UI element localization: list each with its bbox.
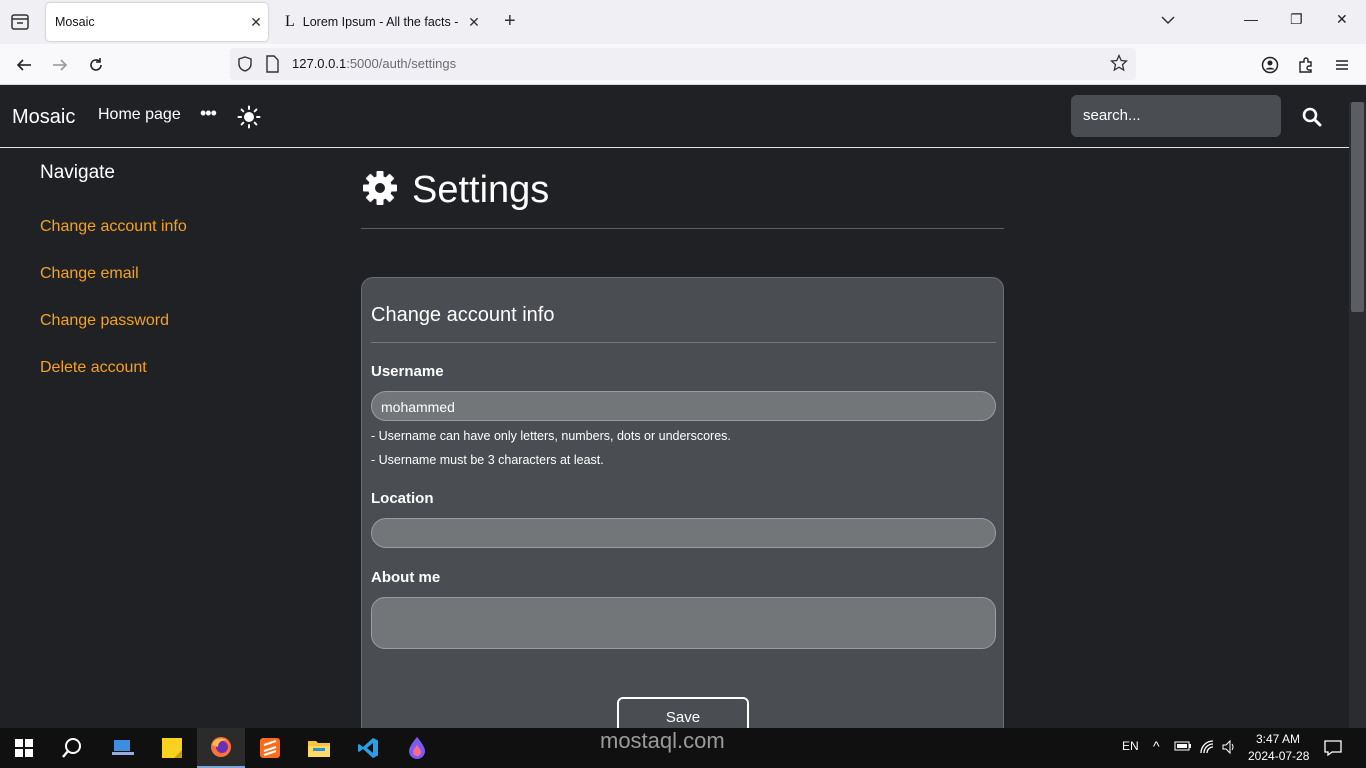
menu-icon[interactable] xyxy=(1331,54,1353,76)
back-arrow-icon[interactable] xyxy=(13,54,35,76)
forward-arrow-icon[interactable] xyxy=(49,54,71,76)
gear-icon xyxy=(362,170,398,211)
restore-button[interactable]: ❐ xyxy=(1290,11,1303,28)
sticky-notes-icon[interactable] xyxy=(148,728,196,768)
volume-icon[interactable] xyxy=(1221,739,1237,758)
clock-time[interactable]: 3:47 AM xyxy=(1253,732,1303,746)
lorem-favicon-icon: L xyxy=(285,13,295,30)
wifi-icon[interactable] xyxy=(1199,739,1215,758)
url-text: 127.0.0.1:5000/auth/settings xyxy=(292,56,456,71)
minimize-button[interactable]: — xyxy=(1244,11,1258,27)
page-content: Mosaic Home page ••• search... Navigate … xyxy=(0,85,1349,728)
sublime-text-icon[interactable] xyxy=(246,728,294,768)
tab-title: Lorem Ipsum - All the facts - Lip xyxy=(302,15,462,29)
paint-app-icon[interactable] xyxy=(393,728,441,768)
close-tab-icon[interactable]: ✕ xyxy=(244,14,268,31)
shield-icon[interactable] xyxy=(236,55,254,78)
username-hint-1: - Username can have only letters, number… xyxy=(371,429,731,443)
location-field[interactable] xyxy=(371,518,996,548)
page-icon[interactable] xyxy=(264,55,280,78)
search-input[interactable]: search... xyxy=(1071,95,1281,137)
account-icon[interactable] xyxy=(1259,54,1281,76)
clock-date[interactable]: 2024-07-28 xyxy=(1248,749,1309,763)
location-label: Location xyxy=(371,490,434,507)
brand-logo[interactable]: Mosaic xyxy=(12,106,75,129)
sidebar-title: Navigate xyxy=(40,162,115,183)
about-me-label: About me xyxy=(371,569,441,586)
card-title: Change account info xyxy=(371,304,555,326)
new-tab-button[interactable]: + xyxy=(504,10,516,33)
sidebar-item-change-password[interactable]: Change password xyxy=(40,312,169,330)
page-scrollbar[interactable] xyxy=(1349,102,1366,728)
close-tab-icon[interactable]: ✕ xyxy=(462,14,486,31)
account-info-form: Change account info Username mohammed - … xyxy=(361,277,1004,728)
url-host: 127.0.0.1 xyxy=(292,56,347,71)
browser-toolbar: 127.0.0.1:5000/auth/settings xyxy=(0,44,1366,85)
windows-start-icon[interactable] xyxy=(0,728,48,768)
theme-toggle-sun-icon[interactable] xyxy=(237,105,261,134)
bookmark-star-icon[interactable] xyxy=(1109,53,1129,77)
reload-icon[interactable] xyxy=(85,54,107,76)
notifications-icon[interactable] xyxy=(1324,739,1342,760)
extensions-icon[interactable] xyxy=(1295,54,1317,76)
battery-icon[interactable] xyxy=(1174,740,1192,755)
sidebar-item-change-account-info[interactable]: Change account info xyxy=(40,218,187,236)
firefox-icon[interactable] xyxy=(197,728,245,768)
vscode-icon[interactable] xyxy=(344,728,392,768)
sidebar-item-delete-account[interactable]: Delete account xyxy=(40,359,147,377)
settings-heading: Settings xyxy=(412,169,550,211)
card-divider xyxy=(371,342,996,343)
watermark-text: mostaql.com xyxy=(600,728,725,753)
more-menu-icon[interactable]: ••• xyxy=(200,103,217,124)
username-label: Username xyxy=(371,363,444,380)
site-navbar: Mosaic Home page ••• search... xyxy=(0,85,1349,148)
title-divider xyxy=(361,228,1004,229)
save-button[interactable]: Save xyxy=(617,697,749,728)
language-indicator[interactable]: EN xyxy=(1122,739,1139,753)
scrollbar-thumb[interactable] xyxy=(1351,102,1364,312)
browser-tab-bar: Mosaic ✕ L Lorem Ipsum - All the facts -… xyxy=(0,0,1366,44)
about-me-textarea[interactable] xyxy=(371,597,996,649)
sidebar-item-change-email[interactable]: Change email xyxy=(40,265,139,283)
url-path: :5000/auth/settings xyxy=(346,56,457,71)
username-field[interactable]: mohammed xyxy=(371,391,996,421)
search-icon[interactable] xyxy=(1302,107,1322,132)
tray-chevron-up-icon[interactable]: ^ xyxy=(1153,738,1160,754)
page-title: Settings xyxy=(362,169,549,212)
tab-mosaic[interactable]: Mosaic ✕ xyxy=(46,3,268,41)
tab-title: Mosaic xyxy=(55,15,95,29)
search-icon[interactable] xyxy=(48,728,96,768)
tab-list-icon[interactable] xyxy=(10,12,30,32)
chevron-down-icon[interactable] xyxy=(1160,12,1176,33)
home-page-link[interactable]: Home page xyxy=(98,106,181,124)
file-explorer-icon[interactable] xyxy=(295,728,343,768)
username-hint-2: - Username must be 3 characters at least… xyxy=(371,453,604,467)
url-bar[interactable]: 127.0.0.1:5000/auth/settings xyxy=(230,48,1136,80)
tab-lorem-ipsum[interactable]: L Lorem Ipsum - All the facts - Lip ✕ xyxy=(276,3,486,41)
task-view-icon[interactable] xyxy=(99,728,147,768)
close-window-button[interactable]: ✕ xyxy=(1336,11,1348,28)
